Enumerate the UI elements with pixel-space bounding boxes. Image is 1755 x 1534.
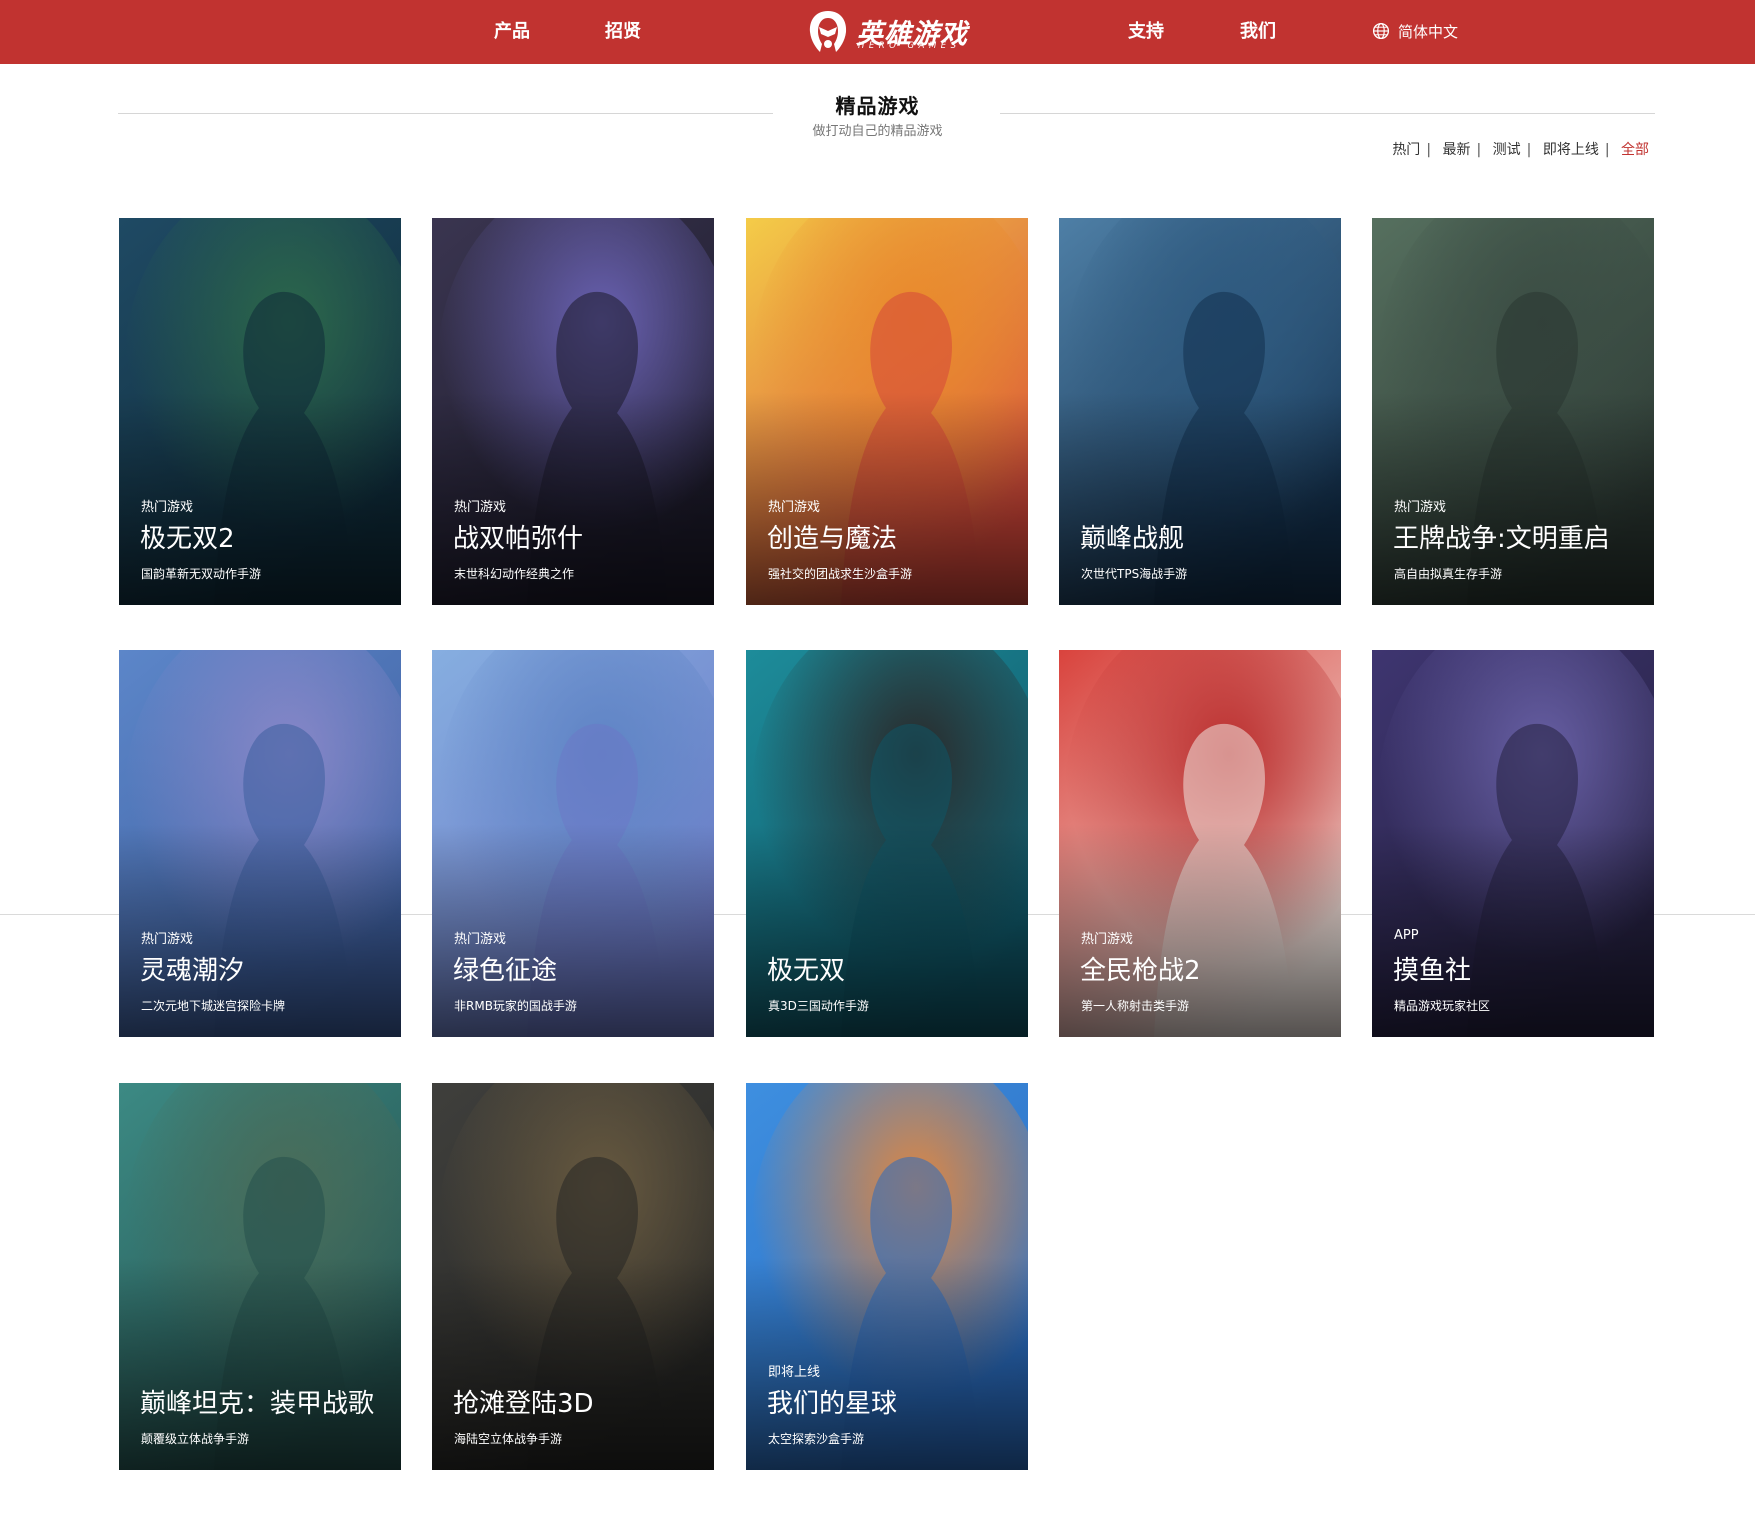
game-card[interactable]: APP 摸鱼社 精品游戏玩家社区: [1372, 650, 1654, 1037]
game-tag: 热门游戏: [1394, 500, 1447, 515]
game-description: 二次元地下城迷宫探险卡牌: [141, 999, 286, 1013]
game-tag: 热门游戏: [454, 932, 507, 947]
logo-subtext: HERO GAMES: [858, 41, 961, 51]
game-card[interactable]: 抢滩登陆3D 海陆空立体战争手游: [432, 1083, 714, 1470]
game-description: 精品游戏玩家社区: [1394, 999, 1491, 1013]
top-nav-bar: 产品 招贤 英雄游戏 HERO GAMES 支持 我们 简体中文: [0, 0, 1755, 64]
brand-logo[interactable]: 英雄游戏 HERO GAMES: [806, 8, 967, 56]
game-tag: 热门游戏: [141, 932, 194, 947]
game-description: 非RMB玩家的国战手游: [454, 999, 577, 1013]
game-title: 绿色征途: [453, 956, 558, 986]
game-card[interactable]: 热门游戏 灵魂潮汐 二次元地下城迷宫探险卡牌: [119, 650, 401, 1037]
game-description: 海陆空立体战争手游: [454, 1432, 563, 1446]
game-title: 巅峰坦克：装甲战歌: [140, 1389, 375, 1419]
game-card[interactable]: 热门游戏 绿色征途 非RMB玩家的国战手游: [432, 650, 714, 1037]
game-card[interactable]: 即将上线 我们的星球 太空探索沙盒手游: [746, 1083, 1028, 1470]
game-tag: 热门游戏: [768, 500, 821, 515]
language-switcher[interactable]: 简体中文: [1372, 0, 1458, 64]
nav-products[interactable]: 产品: [494, 0, 530, 64]
language-label: 简体中文: [1398, 23, 1459, 41]
game-tag: 热门游戏: [141, 500, 194, 515]
game-title: 极无双2: [140, 524, 235, 554]
game-title: 抢滩登陆3D: [453, 1389, 594, 1419]
filter-coming-soon[interactable]: 即将上线: [1543, 142, 1599, 158]
nav-support[interactable]: 支持: [1128, 0, 1164, 64]
game-title: 巅峰战舰: [1080, 524, 1185, 554]
game-card[interactable]: 热门游戏 全民枪战2 第一人称射击类手游: [1059, 650, 1341, 1037]
game-title: 王牌战争:文明重启: [1393, 524, 1610, 554]
filter-hot[interactable]: 热门: [1392, 142, 1420, 158]
game-title: 摸鱼社: [1393, 956, 1472, 986]
game-tag: 热门游戏: [454, 500, 507, 515]
nav-about[interactable]: 我们: [1240, 0, 1276, 64]
filter-testing[interactable]: 测试: [1493, 142, 1521, 158]
game-tag: 即将上线: [768, 1365, 821, 1380]
game-description: 国韵革新无双动作手游: [141, 567, 262, 581]
game-card[interactable]: 热门游戏 创造与魔法 强社交的团战求生沙盒手游: [746, 218, 1028, 605]
game-card[interactable]: 热门游戏 战双帕弥什 末世科幻动作经典之作: [432, 218, 714, 605]
section-subtitle: 做打动自己的精品游戏: [812, 124, 943, 139]
game-tag: APP: [1394, 928, 1419, 943]
hero-helmet-icon: [809, 11, 847, 52]
game-description: 第一人称射击类手游: [1081, 999, 1190, 1013]
game-card[interactable]: 巅峰坦克：装甲战歌 颠覆级立体战争手游: [119, 1083, 401, 1470]
game-title: 创造与魔法: [767, 524, 898, 554]
game-title: 战双帕弥什: [453, 524, 584, 554]
game-description: 次世代TPS海战手游: [1081, 567, 1188, 581]
game-description: 末世科幻动作经典之作: [454, 567, 575, 581]
game-filter-bar: 热门 | 最新 | 测试 | 即将上线 | 全部: [1392, 142, 1649, 158]
game-card[interactable]: 巅峰战舰 次世代TPS海战手游: [1059, 218, 1341, 605]
game-description: 太空探索沙盒手游: [768, 1432, 865, 1446]
game-description: 高自由拟真生存手游: [1394, 567, 1503, 581]
game-description: 真3D三国动作手游: [768, 999, 869, 1013]
game-card[interactable]: 热门游戏 王牌战争:文明重启 高自由拟真生存手游: [1372, 218, 1654, 605]
game-card[interactable]: 热门游戏 极无双2 国韵革新无双动作手游: [119, 218, 401, 605]
game-tag: 热门游戏: [1081, 932, 1134, 947]
game-title: 全民枪战2: [1080, 956, 1201, 986]
globe-icon: [1372, 22, 1390, 40]
filter-all[interactable]: 全部: [1621, 142, 1649, 158]
game-title: 灵魂潮汐: [140, 956, 245, 986]
game-title: 我们的星球: [767, 1389, 898, 1419]
game-card[interactable]: 极无双 真3D三国动作手游: [746, 650, 1028, 1037]
section-title: 精品游戏: [835, 94, 920, 118]
game-description: 颠覆级立体战争手游: [141, 1432, 250, 1446]
filter-newest[interactable]: 最新: [1442, 142, 1470, 158]
game-title: 极无双: [767, 956, 846, 986]
game-description: 强社交的团战求生沙盒手游: [768, 567, 913, 581]
nav-careers[interactable]: 招贤: [605, 0, 641, 64]
